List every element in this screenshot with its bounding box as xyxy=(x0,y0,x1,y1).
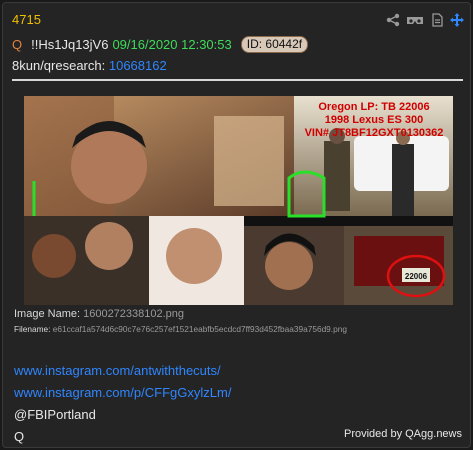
board-label: 8kun/qresearch: xyxy=(12,58,106,73)
post-toolbar xyxy=(386,13,464,27)
filename-label: Filename: xyxy=(14,324,51,334)
image-name-row: Image Name: 1600272338102.png xyxy=(14,308,184,320)
q-signature: Q xyxy=(14,429,25,444)
document-icon[interactable] xyxy=(430,13,444,27)
post-header: Q !!Hs1Jq13jV6 09/16/2020 12:30:53 ID: 6… xyxy=(12,36,309,53)
credit-text: Provided by QAgg.news xyxy=(343,428,462,440)
overlay-line-3: VIN# JT8BF12GXT0130362 xyxy=(305,127,444,139)
post-number[interactable]: 4715 xyxy=(12,12,41,27)
instagram-link-profile[interactable]: www.instagram.com/antwiththecuts/ xyxy=(14,360,231,382)
q-marker: Q xyxy=(12,37,23,52)
vr-glasses-icon[interactable] xyxy=(406,13,424,27)
board-post-link[interactable]: 10668162 xyxy=(109,58,167,73)
plate-text: 22006 xyxy=(405,272,428,281)
filename-value: e61ccaf1a574d6c90c7e76c257ef1521eabfb5ec… xyxy=(52,324,347,334)
filename-row: Filename: e61ccaf1a574d6c90c7e76c257ef15… xyxy=(14,324,347,334)
image-name-label: Image Name: xyxy=(14,308,81,320)
image-collage: Oregon LP: TB 22006 1998 Lexus ES 300 VI… xyxy=(24,96,453,305)
share-icon[interactable] xyxy=(386,13,400,27)
divider xyxy=(12,79,463,81)
id-badge[interactable]: ID: 60442f xyxy=(240,36,309,53)
overlay-line-2: 1998 Lexus ES 300 xyxy=(325,114,423,126)
tripcode: !!Hs1Jq13jV6 xyxy=(31,37,109,52)
overlay-line-1: Oregon LP: TB 22006 xyxy=(318,101,429,113)
image-name-value: 1600272338102.png xyxy=(83,308,185,320)
post-image[interactable]: Oregon LP: TB 22006 1998 Lexus ES 300 VI… xyxy=(24,96,453,305)
board-reference: 8kun/qresearch: 10668162 xyxy=(12,58,167,73)
instagram-link-post[interactable]: www.instagram.com/p/CFFgGxylzLm/ xyxy=(14,382,231,404)
move-arrows-icon[interactable] xyxy=(450,13,464,27)
post-body: www.instagram.com/antwiththecuts/ www.in… xyxy=(14,360,231,448)
post-datetime: 09/16/2020 12:30:53 xyxy=(112,37,232,52)
fbi-mention: @FBIPortland xyxy=(14,407,96,422)
post-card: 4715 Q !!Hs1Jq13jV6 09/16/2020 12:30:53 … xyxy=(2,2,471,448)
